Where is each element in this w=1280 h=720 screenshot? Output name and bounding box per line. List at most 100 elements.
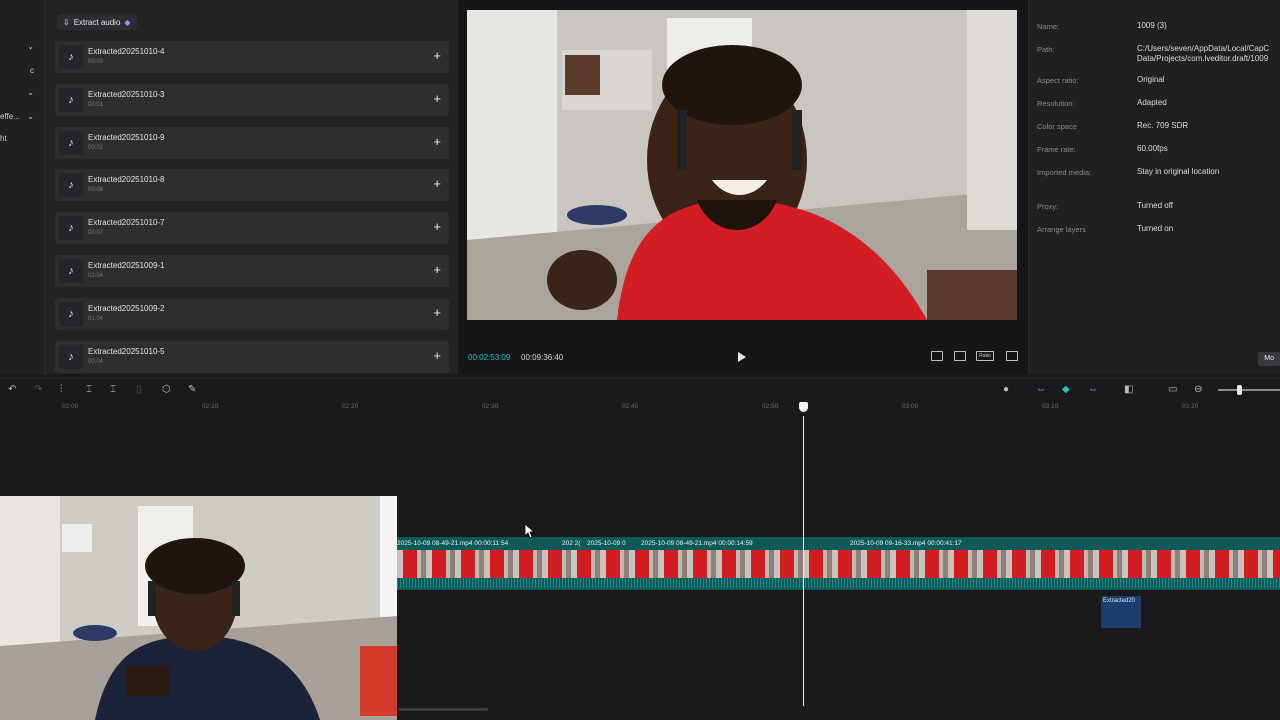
snap-icon[interactable]: ⇔: [1088, 384, 1098, 396]
tiktok-note-icon: ♪: [59, 216, 83, 241]
pro-badge-icon: ◆: [124, 17, 131, 27]
current-timecode: 00:02:53:09: [468, 353, 511, 362]
edit-icon[interactable]: ✎: [188, 384, 196, 396]
media-item-name: Extracted20251009-1: [88, 261, 165, 270]
tiktok-note-icon: ♪: [59, 259, 83, 283]
ratio-button[interactable]: Ratio: [976, 351, 994, 361]
total-timecode: 00:09:36:40: [521, 353, 564, 362]
playhead-line[interactable]: [803, 416, 804, 706]
extract-icon: ⇩: [63, 17, 70, 27]
split-right-icon[interactable]: ⌶: [110, 384, 116, 396]
property-label: Aspect ratio:: [1037, 76, 1079, 85]
undo-icon[interactable]: ↶: [8, 384, 16, 396]
property-label: Frame rate:: [1037, 145, 1076, 154]
left-row-5[interactable]: ht: [0, 134, 40, 143]
ruler-tick-label: 03:00: [902, 403, 919, 410]
mouse-cursor-icon: [525, 524, 535, 538]
zoom-slider-handle[interactable]: [1237, 385, 1242, 395]
zoom-out-icon[interactable]: ⊖: [1194, 384, 1202, 396]
left-row-3[interactable]: ⌄: [0, 88, 40, 97]
left-row-1[interactable]: ⌄: [0, 42, 40, 51]
modify-button[interactable]: Mo: [1258, 352, 1280, 366]
extract-audio-label: Extract audio: [73, 17, 121, 27]
media-item[interactable]: ♪ Extracted20251010-9 00:01 +: [55, 126, 449, 159]
property-value-line2: Data/Projects/com.lveditor.draft/1009: [1137, 54, 1269, 63]
media-item[interactable]: ♪ Extracted20251009-1 02:54 +: [55, 255, 449, 287]
video-preview[interactable]: [467, 10, 1017, 320]
ruler-tick-label: 02:50: [762, 403, 779, 410]
ruler-tick-label: 03:20: [1182, 403, 1199, 410]
ruler-tick-label: 02:30: [482, 403, 499, 410]
media-item[interactable]: ♪ Extracted20251010-8 00:06 +: [55, 169, 449, 202]
left-panel: ⌄ c ⌄ effe... ⌄ ht: [0, 0, 44, 374]
media-item[interactable]: ♪ Extracted20251009-2 01:04 +: [55, 297, 449, 330]
media-item-duration: 00:06: [88, 187, 104, 194]
property-value: 1009 (3): [1137, 21, 1167, 30]
tiktok-note-icon: ♪: [59, 87, 83, 112]
screenshot-icon[interactable]: [954, 351, 966, 361]
add-to-timeline-icon[interactable]: +: [433, 220, 441, 234]
media-item[interactable]: ♪ Extracted20251010-4 00:03 +: [55, 41, 449, 73]
media-item[interactable]: ♪ Extracted20251010-5 00:04 +: [55, 340, 449, 373]
delete-icon[interactable]: ▯: [136, 384, 142, 396]
property-value: Rec. 709 SDR: [1137, 121, 1189, 130]
time-ruler[interactable]: 02:00 02:10 02:20 02:30 02:40 02:50 03:00 03:10…: [0, 400, 1280, 416]
tiktok-note-icon: ♪: [59, 45, 83, 69]
ruler-tick-label: 02:00: [62, 403, 79, 410]
video-track[interactable]: 2025-10-09 08-49-21.mp4 00:00:11:54 202 2…: [397, 537, 1280, 590]
left-row-4[interactable]: effe... ⌄: [0, 112, 40, 121]
chevron-down-icon: ⌄: [27, 112, 34, 121]
add-to-timeline-icon[interactable]: +: [433, 348, 441, 363]
media-item-duration: 00:01: [88, 144, 104, 151]
split-left-icon[interactable]: ⌶: [86, 384, 92, 396]
add-to-timeline-icon[interactable]: +: [433, 49, 441, 63]
properties-panel: Name: 1009 (3) Path: C:/Users/seven/AppData…: [1028, 0, 1280, 374]
add-to-timeline-icon[interactable]: +: [433, 263, 441, 277]
add-to-timeline-icon[interactable]: +: [433, 177, 441, 191]
property-value: Original: [1137, 75, 1165, 84]
timeline-scrollbar[interactable]: [398, 708, 488, 711]
audio-waveform: [397, 578, 1280, 588]
split-icon[interactable]: ⫶: [60, 384, 63, 396]
media-item-duration: 00:03: [88, 59, 104, 65]
media-item-duration: 02:54: [88, 273, 104, 279]
media-item-duration: 00:04: [88, 358, 104, 365]
media-item-name: Extracted20251009-2: [88, 303, 165, 313]
preview-axis-icon[interactable]: ◧: [1124, 384, 1133, 396]
timeline-toolbar: ↶ ↷ ⫶ ⌶ ⌶ ▯ ⬡ ✎ ● ⇔ ◆ ⇔ ◧ ▭ ⊖: [0, 378, 1280, 400]
redo-icon[interactable]: ↷: [34, 384, 42, 396]
media-item[interactable]: ♪ Extracted20251010-7 00:07 +: [55, 212, 449, 245]
play-icon[interactable]: [738, 352, 746, 362]
playhead-handle[interactable]: [799, 402, 808, 412]
media-item-name: Extracted20251010-9: [88, 132, 165, 142]
media-item-name: Extracted20251010-3: [88, 89, 165, 99]
fullscreen-icon[interactable]: [1006, 351, 1018, 361]
left-row-2[interactable]: c: [0, 66, 40, 75]
property-label: Imported media:: [1037, 168, 1092, 177]
ruler-tick-label: 02:10: [202, 403, 219, 410]
extract-audio-button[interactable]: ⇩ Extract audio ◆: [57, 14, 137, 30]
marker-icon[interactable]: ⬡: [162, 384, 171, 396]
audio-clip[interactable]: Extracted20: [1101, 596, 1141, 628]
clip-thumbnails: [397, 550, 1280, 578]
property-label: Arrange layers: [1037, 225, 1086, 234]
media-item[interactable]: ♪ Extracted20251010-3 00:01 +: [55, 83, 449, 116]
fit-icon[interactable]: ▭: [1168, 384, 1177, 396]
ruler-tick-label: 02:20: [342, 403, 359, 410]
magnet-icon[interactable]: ◆: [1062, 384, 1070, 396]
add-to-timeline-icon[interactable]: +: [433, 134, 441, 149]
tiktok-note-icon: ♪: [59, 173, 83, 198]
clip-label: 2025-10-09 08-49-21.mp4 00:00:11:54: [397, 540, 509, 547]
property-value: C:/Users/seven/AppData/Local/CapC: [1137, 44, 1270, 53]
audio-clip-label: Extracted20: [1103, 598, 1136, 604]
property-label: Color space: [1037, 122, 1078, 131]
zoom-slider[interactable]: [1218, 389, 1280, 391]
add-to-timeline-icon[interactable]: +: [433, 305, 441, 320]
link-icon[interactable]: ⇔: [1036, 384, 1046, 396]
media-item-duration: 00:01: [88, 101, 104, 108]
subtitle-icon[interactable]: [931, 351, 943, 361]
property-label: Path:: [1037, 45, 1055, 54]
microphone-icon[interactable]: ●: [1003, 384, 1009, 396]
add-to-timeline-icon[interactable]: +: [433, 91, 441, 106]
property-label: Resolution:: [1037, 99, 1075, 108]
